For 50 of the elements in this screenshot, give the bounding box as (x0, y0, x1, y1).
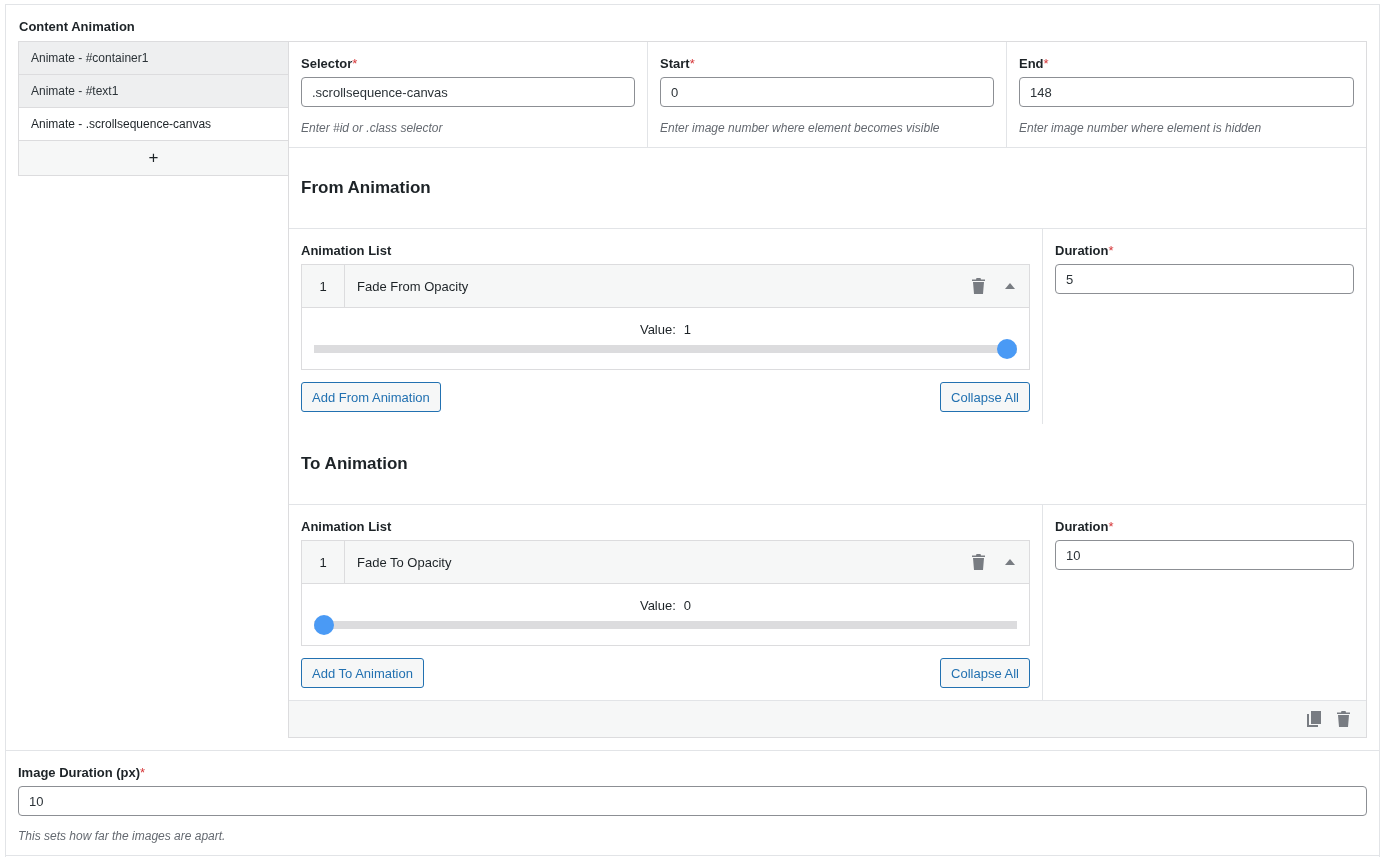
field-label: End (1019, 56, 1044, 71)
field-label: Duration (1055, 243, 1109, 258)
collapse-all-button[interactable]: Collapse All (940, 382, 1030, 412)
trash-icon[interactable] (972, 554, 985, 570)
field-label: Start (660, 56, 690, 71)
sidebar-item[interactable]: Animate - .scrollsequence-canvas (19, 108, 288, 141)
add-animation-button[interactable]: Add From Animation (301, 382, 441, 412)
duration-input[interactable]: 5 (1055, 264, 1354, 294)
section-heading: From Animation (289, 148, 1366, 229)
required-mark: * (1108, 519, 1114, 534)
required-mark: * (1043, 56, 1049, 71)
help-text: This sets how far the images are apart. (18, 829, 227, 843)
section-heading: To Animation (289, 424, 1366, 505)
add-animation-button[interactable]: Add To Animation (301, 658, 424, 688)
field-label: Duration (1055, 519, 1109, 534)
collapse-all-button[interactable]: Collapse All (940, 658, 1030, 688)
duration-input[interactable]: 10 (1055, 540, 1354, 570)
section-title: Content Animation (19, 19, 136, 34)
slider-thumb[interactable] (997, 339, 1017, 359)
value-label: Value: (639, 322, 676, 337)
required-mark: * (352, 56, 358, 71)
animation-name[interactable]: Fade To Opacity (345, 554, 972, 570)
help-text: Enter image number where element becomes visible (660, 121, 941, 135)
trash-icon[interactable] (1337, 711, 1350, 727)
required-mark: * (140, 765, 146, 780)
text-input[interactable]: .scrollsequence-canvas (301, 77, 635, 107)
text-input[interactable]: 0 (660, 77, 994, 107)
trash-icon[interactable] (972, 278, 985, 294)
value-text: 1 (683, 322, 692, 337)
field-label: Animation List (301, 243, 392, 258)
field-label: Animation List (301, 519, 392, 534)
item-number: 1 (302, 265, 345, 307)
item-number: 1 (302, 541, 345, 583)
value-text: 0 (683, 598, 692, 613)
image-duration-input[interactable]: 10 (18, 786, 1367, 816)
required-mark: * (689, 56, 695, 71)
animation-name[interactable]: Fade From Opacity (345, 278, 972, 294)
copy-icon[interactable] (1307, 711, 1321, 727)
help-text: Enter #id or .class selector (301, 121, 444, 135)
sidebar-item[interactable]: Animate - #container1 (19, 42, 288, 75)
slider-thumb[interactable] (314, 615, 334, 635)
collapse-caret-icon[interactable] (1005, 559, 1015, 565)
required-mark: * (1108, 243, 1114, 258)
field-label: Selector (301, 56, 353, 71)
value-label: Value: (639, 598, 676, 613)
sidebar-item[interactable]: Animate - #text1 (19, 75, 288, 108)
field-label: Image Duration (px) (18, 765, 141, 780)
collapse-caret-icon[interactable] (1005, 283, 1015, 289)
text-input[interactable]: 148 (1019, 77, 1354, 107)
help-text: Enter image number where element is hidden (1019, 121, 1263, 135)
